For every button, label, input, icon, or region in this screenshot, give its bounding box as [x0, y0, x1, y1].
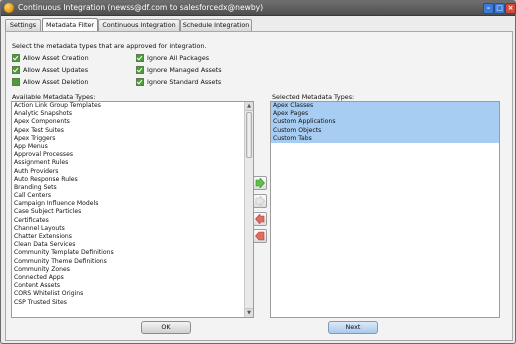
option-label: Ignore All Packages: [147, 54, 210, 62]
app-window: Continuous Integration (newss@df.com to …: [0, 0, 516, 344]
tab-metadata-filter[interactable]: Metadata Filter: [42, 18, 98, 31]
add-all-button[interactable]: [253, 194, 267, 208]
available-type-item[interactable]: Campaign Influence Models: [12, 200, 253, 208]
available-type-item[interactable]: Case Subject Particles: [12, 208, 253, 216]
scroll-thumb[interactable]: [246, 112, 252, 158]
available-type-item[interactable]: Branding Sets: [12, 184, 253, 192]
available-list-scrollbar[interactable]: ▲ ▼: [244, 102, 253, 317]
selected-type-item[interactable]: Apex Pages: [271, 110, 499, 119]
option-label: Ignore Managed Assets: [147, 66, 222, 74]
available-type-item[interactable]: Connected Apps: [12, 274, 253, 282]
ignore-standard-assets-option[interactable]: Ignore Standard Assets: [136, 78, 221, 86]
available-type-item[interactable]: Approval Processes: [12, 151, 253, 159]
checkbox-checked-icon[interactable]: [12, 54, 20, 62]
selected-type-item[interactable]: Custom Applications: [271, 118, 499, 127]
available-type-item[interactable]: Clean Data Services: [12, 241, 253, 249]
scroll-up-icon[interactable]: ▲: [245, 102, 253, 111]
available-type-item[interactable]: Chatter Extensions: [12, 233, 253, 241]
selected-type-item[interactable]: Custom Tabs: [271, 134, 499, 143]
option-label: Allow Asset Deletion: [23, 78, 89, 86]
window-title: Continuous Integration (newss@df.com to …: [18, 3, 264, 12]
available-types-list[interactable]: Action Link Group Templates Analytic Snap…: [11, 101, 254, 318]
checkbox-unchecked-icon[interactable]: [12, 78, 20, 86]
metadata-filter-panel: Select the metadata types that are appro…: [5, 31, 513, 341]
filter-instructions: Select the metadata types that are appro…: [12, 42, 207, 50]
remove-left-icon: [255, 214, 265, 224]
ok-button[interactable]: OK: [141, 321, 191, 334]
available-type-item[interactable]: Community Zones: [12, 266, 253, 274]
available-type-item[interactable]: Content Assets: [12, 282, 253, 290]
checkbox-checked-icon[interactable]: [136, 54, 144, 62]
selected-type-item[interactable]: Custom Objects: [271, 126, 499, 135]
title-bar[interactable]: Continuous Integration (newss@df.com to …: [1, 1, 516, 16]
close-icon[interactable]: ×: [505, 3, 516, 14]
remove-all-icon: [255, 231, 265, 241]
available-type-item[interactable]: App Menus: [12, 143, 253, 151]
available-type-item[interactable]: Certificates: [12, 217, 253, 225]
option-label: Allow Asset Creation: [23, 54, 89, 62]
available-types-label: Available Metadata Types:: [12, 93, 96, 101]
add-right-icon: [255, 178, 265, 188]
available-type-item[interactable]: CSP Trusted Sites: [12, 299, 253, 307]
option-label: Allow Asset Updates: [23, 66, 89, 74]
available-type-item[interactable]: Community Template Definitions: [12, 249, 253, 257]
available-type-item[interactable]: Channel Layouts: [12, 225, 253, 233]
available-type-item[interactable]: Analytic Snapshots: [12, 110, 253, 118]
allow-asset-deletion-option[interactable]: Allow Asset Deletion: [12, 78, 88, 86]
option-label: Ignore Standard Assets: [147, 78, 222, 86]
tab-continuous-integration[interactable]: Continuous Integration: [98, 19, 180, 31]
available-type-item[interactable]: Assignment Rules: [12, 159, 253, 167]
checkbox-checked-icon[interactable]: [136, 66, 144, 74]
available-type-item[interactable]: Call Centers: [12, 192, 253, 200]
scroll-down-icon[interactable]: ▼: [245, 308, 253, 317]
allow-asset-creation-option[interactable]: Allow Asset Creation: [12, 54, 89, 62]
add-selected-button[interactable]: [253, 176, 267, 190]
available-type-item[interactable]: Apex Triggers: [12, 135, 253, 143]
available-type-item[interactable]: Auto Response Rules: [12, 176, 253, 184]
minimize-icon[interactable]: –: [483, 3, 494, 14]
maximize-icon[interactable]: □: [494, 3, 505, 14]
available-type-item[interactable]: Community Theme Definitions: [12, 258, 253, 266]
app-logo-icon: [4, 3, 14, 13]
add-all-icon: [255, 196, 265, 206]
ignore-managed-assets-option[interactable]: Ignore Managed Assets: [136, 66, 222, 74]
next-button[interactable]: Next: [328, 321, 378, 334]
tab-schedule-integration[interactable]: Schedule Integration: [180, 19, 252, 31]
available-type-item[interactable]: Auth Providers: [12, 168, 253, 176]
available-type-item[interactable]: Apex Test Suites: [12, 127, 253, 135]
remove-all-button[interactable]: [253, 229, 267, 243]
available-type-item[interactable]: Apex Components: [12, 118, 253, 126]
allow-asset-updates-option[interactable]: Allow Asset Updates: [12, 66, 88, 74]
checkbox-checked-icon[interactable]: [12, 66, 20, 74]
tab-settings[interactable]: Settings: [5, 19, 41, 31]
selected-types-label: Selected Metadata Types:: [272, 93, 355, 101]
ignore-all-packages-option[interactable]: Ignore All Packages: [136, 54, 209, 62]
selected-types-list[interactable]: Apex Classes Apex Pages Custom Application…: [270, 101, 500, 318]
selected-type-item[interactable]: Apex Classes: [271, 102, 499, 111]
remove-selected-button[interactable]: [253, 212, 267, 226]
available-type-item[interactable]: Action Link Group Templates: [12, 102, 253, 110]
checkbox-checked-icon[interactable]: [136, 78, 144, 86]
available-type-item[interactable]: CORS Whitelist Origins: [12, 290, 253, 298]
